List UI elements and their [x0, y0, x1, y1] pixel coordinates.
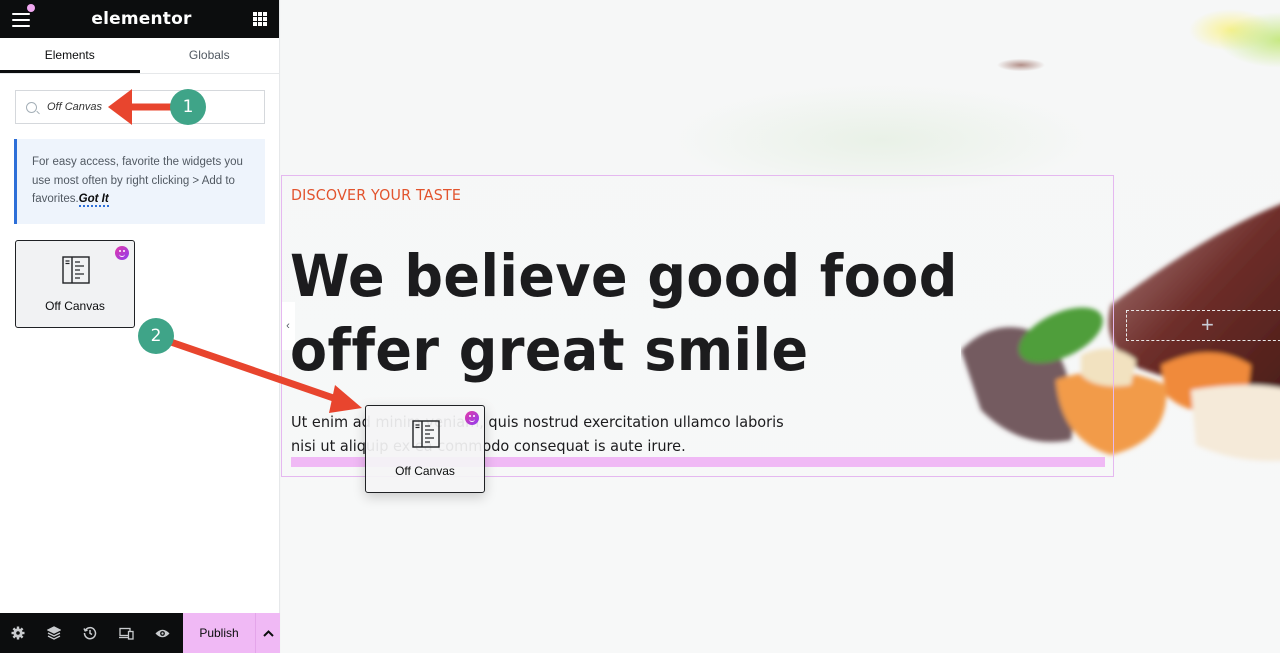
eyebrow-heading: DISCOVER YOUR TASTE	[291, 186, 462, 204]
hero-headline: We believe good food offer great smile	[290, 239, 958, 387]
tab-globals[interactable]: Globals	[140, 38, 280, 73]
layers-icon[interactable]	[36, 613, 72, 653]
apps-grid-icon[interactable]	[252, 12, 267, 26]
elementor-editor: elementor Elements Globals For easy acce…	[0, 0, 1280, 653]
publish-options-button[interactable]	[255, 613, 280, 653]
pro-badge-icon	[465, 411, 479, 425]
widget-label: Off Canvas	[45, 299, 105, 313]
history-icon[interactable]	[72, 613, 108, 653]
step-badge-1: 1	[170, 89, 206, 125]
page-canvas: ‹ DISCOVER YOUR TASTE We believe good fo…	[281, 0, 1280, 653]
headline-line-1: We believe good food	[290, 242, 958, 310]
chevron-up-icon	[262, 629, 274, 637]
sidebar-tabs: Elements Globals	[0, 38, 279, 74]
responsive-icon[interactable]	[108, 613, 144, 653]
got-it-link[interactable]: Got It	[78, 193, 109, 207]
widget-off-canvas[interactable]: Off Canvas	[15, 240, 135, 328]
dragging-widget-off-canvas[interactable]: Off Canvas	[365, 405, 485, 493]
menu-icon[interactable]	[12, 13, 30, 27]
preview-icon[interactable]	[144, 613, 180, 653]
off-canvas-icon	[62, 256, 90, 284]
widget-search	[15, 90, 265, 124]
brand-logo: elementor	[91, 9, 192, 29]
notice-text: For easy access, favorite the widgets yo…	[32, 156, 243, 205]
settings-icon[interactable]	[0, 613, 36, 653]
search-icon	[26, 101, 37, 113]
sidebar-bottom-bar: Publish	[0, 613, 280, 653]
off-canvas-icon	[412, 420, 440, 448]
headline-line-2: offer great smile	[290, 316, 809, 384]
step-badge-2: 2	[138, 318, 174, 354]
publish-button[interactable]: Publish	[183, 613, 255, 653]
favorites-notice: For easy access, favorite the widgets yo…	[14, 139, 265, 224]
widget-label: Off Canvas	[395, 464, 455, 478]
sidebar-topbar: elementor	[0, 0, 279, 38]
pro-badge-icon	[115, 246, 129, 260]
notification-dot	[27, 4, 35, 12]
add-element-icon[interactable]: +	[1201, 314, 1214, 336]
tab-elements[interactable]: Elements	[0, 38, 140, 73]
